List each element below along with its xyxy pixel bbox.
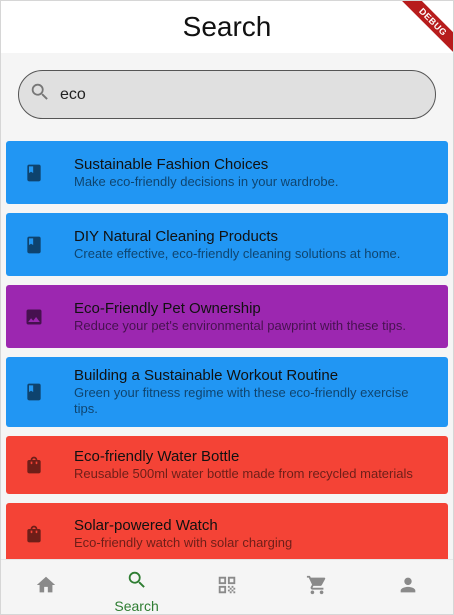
qr-code-icon <box>216 574 238 601</box>
nav-qr[interactable] <box>187 574 267 601</box>
item-subtitle: Eco-friendly watch with solar charging <box>74 535 293 550</box>
nav-cart[interactable] <box>277 574 357 601</box>
item-subtitle: Green your fitness regime with these eco… <box>74 385 409 416</box>
list-item[interactable]: Solar-powered Watch Eco-friendly watch w… <box>6 503 448 565</box>
content-area: Sustainable Fashion Choices Make eco-fri… <box>1 53 453 565</box>
page-title: Search <box>182 11 272 42</box>
item-title: Solar-powered Watch <box>74 517 218 534</box>
nav-home[interactable] <box>6 574 86 601</box>
item-title: Sustainable Fashion Choices <box>74 155 269 173</box>
search-icon <box>29 81 51 108</box>
item-subtitle: Make eco-friendly decisions in your ward… <box>74 173 339 189</box>
shopping-bag-icon <box>24 455 44 475</box>
item-subtitle: Create effective, eco-friendly cleaning … <box>74 245 401 261</box>
shopping-bag-icon <box>24 524 44 544</box>
list-item[interactable]: Building a Sustainable Workout Routine G… <box>6 357 448 427</box>
person-icon <box>397 574 419 601</box>
cart-icon <box>306 574 328 601</box>
search-field[interactable] <box>18 70 436 119</box>
nav-search[interactable]: Search <box>97 569 177 614</box>
nav-profile[interactable] <box>368 574 448 601</box>
book-icon <box>24 382 44 402</box>
list-item[interactable]: DIY Natural Cleaning Products Create eff… <box>6 213 448 276</box>
item-title: Eco-Friendly Pet Ownership <box>74 299 261 317</box>
search-icon <box>126 569 148 596</box>
search-input[interactable] <box>60 85 380 104</box>
list-item[interactable]: Eco-Friendly Pet Ownership Reduce your p… <box>6 285 448 348</box>
list-item[interactable]: Sustainable Fashion Choices Make eco-fri… <box>6 141 448 204</box>
image-icon <box>24 307 44 327</box>
list-item[interactable]: Eco-friendly Water Bottle Reusable 500ml… <box>6 436 448 494</box>
nav-search-label: Search <box>114 597 159 614</box>
item-subtitle: Reusable 500ml water bottle made from re… <box>74 466 413 481</box>
item-title: Building a Sustainable Workout Routine <box>74 367 339 384</box>
item-title: Eco-friendly Water Bottle <box>74 448 240 465</box>
bottom-navigation: Search <box>1 559 453 614</box>
book-icon <box>24 235 44 255</box>
search-container <box>1 53 453 119</box>
book-icon <box>24 163 44 183</box>
item-subtitle: Reduce your pet's environmental pawprint… <box>74 317 406 333</box>
home-icon <box>35 574 57 601</box>
app-bar: Search <box>1 1 453 53</box>
app-screen: Search DEBUG Sustainable Fashion Choices… <box>0 0 454 615</box>
item-title: DIY Natural Cleaning Products <box>74 227 278 245</box>
